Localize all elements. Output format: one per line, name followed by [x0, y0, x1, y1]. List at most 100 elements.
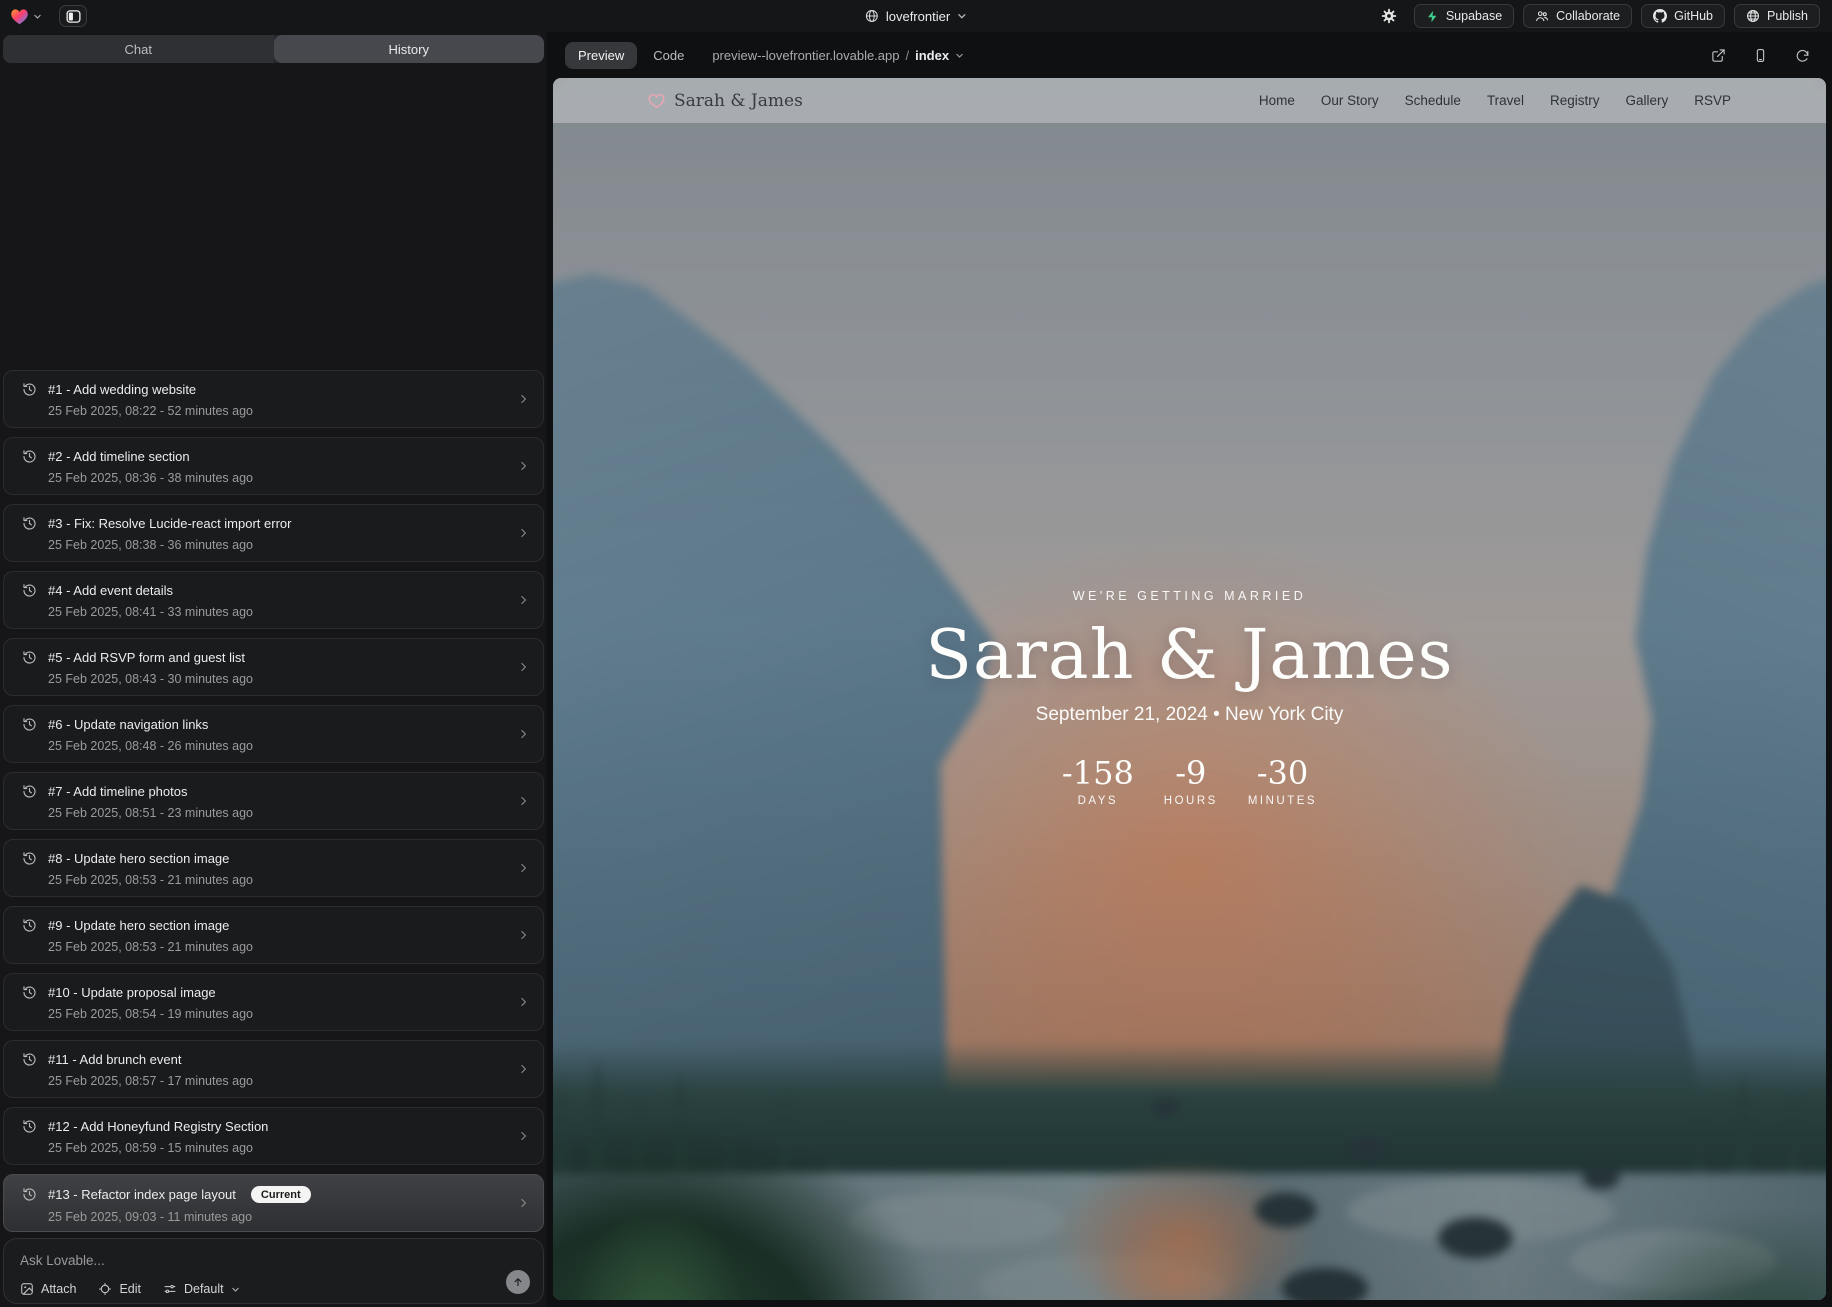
history-item-title: #5 - Add RSVP form and guest list: [48, 650, 245, 665]
chevron-down-icon: [955, 51, 964, 60]
history-item-timestamp: 25 Feb 2025, 08:59 - 15 minutes ago: [48, 1141, 503, 1155]
history-item[interactable]: #6 - Update navigation links 25 Feb 2025…: [3, 705, 544, 763]
github-button[interactable]: GitHub: [1641, 4, 1725, 28]
preview-url[interactable]: preview--lovefrontier.lovable.app / inde…: [712, 48, 964, 63]
ask-lovable-input[interactable]: [20, 1253, 426, 1268]
open-external-icon[interactable]: [1711, 48, 1726, 63]
history-item-timestamp: 25 Feb 2025, 08:51 - 23 minutes ago: [48, 806, 503, 820]
url-host: preview--lovefrontier.lovable.app: [712, 48, 899, 63]
attach-button[interactable]: Attach: [20, 1282, 76, 1296]
chevron-right-icon[interactable]: [517, 1063, 530, 1076]
collaborate-label: Collaborate: [1556, 9, 1620, 23]
countdown-days-value: -158: [1062, 757, 1134, 789]
chevron-down-icon: [231, 1285, 240, 1294]
chevron-right-icon[interactable]: [517, 527, 530, 540]
history-item[interactable]: #9 - Update hero section image 25 Feb 20…: [3, 906, 544, 964]
history-restore-icon: [22, 1119, 37, 1134]
history-item-title: #9 - Update hero section image: [48, 918, 229, 933]
attach-label: Attach: [41, 1282, 76, 1296]
history-restore-icon: [22, 382, 37, 397]
chat-history-panel: Chat History #1 - Add wedding website 25…: [0, 32, 547, 1307]
history-item[interactable]: #13 - Refactor index page layout Current…: [3, 1174, 544, 1232]
countdown: -158 DAYS -9 HOURS -30 MINUTES: [1062, 757, 1317, 807]
history-item[interactable]: #3 - Fix: Resolve Lucide-react import er…: [3, 504, 544, 562]
publish-label: Publish: [1767, 9, 1808, 23]
edit-label: Edit: [119, 1282, 141, 1296]
panel-left-icon: [66, 9, 81, 24]
hero-title: Sarah & James: [925, 620, 1453, 691]
history-item-title: #1 - Add wedding website: [48, 382, 196, 397]
history-item[interactable]: #5 - Add RSVP form and guest list 25 Feb…: [3, 638, 544, 696]
collaborate-button[interactable]: Collaborate: [1523, 4, 1632, 28]
history-item-timestamp: 25 Feb 2025, 08:53 - 21 minutes ago: [48, 940, 503, 954]
chevron-right-icon[interactable]: [517, 661, 530, 674]
chevron-right-icon[interactable]: [517, 1197, 530, 1210]
history-item-timestamp: 25 Feb 2025, 09:03 - 11 minutes ago: [48, 1210, 503, 1224]
history-item-timestamp: 25 Feb 2025, 08:53 - 21 minutes ago: [48, 873, 503, 887]
history-restore-icon: [22, 1187, 37, 1202]
history-item-title: #13 - Refactor index page layout: [48, 1187, 236, 1202]
mode-selector[interactable]: Default: [163, 1282, 240, 1296]
history-item[interactable]: #4 - Add event details 25 Feb 2025, 08:4…: [3, 571, 544, 629]
history-item-timestamp: 25 Feb 2025, 08:48 - 26 minutes ago: [48, 739, 503, 753]
publish-button[interactable]: Publish: [1734, 4, 1820, 28]
project-switcher[interactable]: lovefrontier: [865, 0, 967, 32]
history-item[interactable]: #8 - Update hero section image 25 Feb 20…: [3, 839, 544, 897]
supabase-icon: [1426, 10, 1439, 23]
chevron-right-icon[interactable]: [517, 594, 530, 607]
chevron-right-icon[interactable]: [517, 728, 530, 741]
github-label: GitHub: [1674, 9, 1713, 23]
countdown-minutes: -30 MINUTES: [1248, 757, 1317, 807]
settings-button[interactable]: [1377, 4, 1401, 28]
tab-chat[interactable]: Chat: [3, 35, 274, 63]
lovable-logo-menu[interactable]: [10, 8, 42, 25]
history-item-title: #11 - Add brunch event: [48, 1052, 181, 1067]
github-icon: [1653, 9, 1667, 23]
preview-toolbar: Preview Code preview--lovefrontier.lovab…: [547, 32, 1832, 78]
history-restore-icon: [22, 985, 37, 1000]
countdown-minutes-label: MINUTES: [1248, 795, 1317, 807]
history-item-title: #8 - Update hero section image: [48, 851, 229, 866]
site-preview-frame: Sarah & James Home Our Story Schedule Tr…: [553, 78, 1826, 1300]
history-restore-icon: [22, 784, 37, 799]
history-item[interactable]: #7 - Add timeline photos 25 Feb 2025, 08…: [3, 772, 544, 830]
chevron-right-icon[interactable]: [517, 1130, 530, 1143]
supabase-label: Supabase: [1446, 9, 1502, 23]
countdown-days-label: DAYS: [1078, 795, 1118, 807]
tab-code[interactable]: Code: [653, 48, 684, 63]
history-item[interactable]: #1 - Add wedding website 25 Feb 2025, 08…: [3, 370, 544, 428]
countdown-days: -158 DAYS: [1062, 757, 1134, 807]
publish-globe-icon: [1746, 9, 1760, 23]
chevron-right-icon[interactable]: [517, 795, 530, 808]
chevron-down-icon: [957, 11, 967, 21]
history-item-title: #7 - Add timeline photos: [48, 784, 187, 799]
send-button[interactable]: [506, 1270, 530, 1294]
history-restore-icon: [22, 583, 37, 598]
history-item-title: #2 - Add timeline section: [48, 449, 190, 464]
edit-button[interactable]: Edit: [98, 1282, 141, 1296]
history-item-title: #12 - Add Honeyfund Registry Section: [48, 1119, 268, 1134]
history-item[interactable]: #10 - Update proposal image 25 Feb 2025,…: [3, 973, 544, 1031]
chevron-right-icon[interactable]: [517, 862, 530, 875]
history-item[interactable]: #2 - Add timeline section 25 Feb 2025, 0…: [3, 437, 544, 495]
crosshair-icon: [98, 1282, 112, 1296]
chevron-down-icon: [33, 12, 42, 21]
chevron-right-icon[interactable]: [517, 393, 530, 406]
tab-preview[interactable]: Preview: [565, 42, 637, 69]
chevron-right-icon[interactable]: [517, 929, 530, 942]
chevron-right-icon[interactable]: [517, 996, 530, 1009]
history-item-timestamp: 25 Feb 2025, 08:41 - 33 minutes ago: [48, 605, 503, 619]
history-item[interactable]: #11 - Add brunch event 25 Feb 2025, 08:5…: [3, 1040, 544, 1098]
prompt-composer: Attach Edit Default: [3, 1238, 544, 1304]
history-restore-icon: [22, 717, 37, 732]
tab-history[interactable]: History: [274, 35, 545, 63]
mobile-view-icon[interactable]: [1753, 48, 1768, 63]
refresh-icon[interactable]: [1795, 48, 1810, 63]
preview-panel: Preview Code preview--lovefrontier.lovab…: [547, 32, 1832, 1307]
history-item-title: #3 - Fix: Resolve Lucide-react import er…: [48, 516, 291, 531]
sidebar-toggle-button[interactable]: [59, 5, 87, 27]
history-item-title: #10 - Update proposal image: [48, 985, 216, 1000]
supabase-button[interactable]: Supabase: [1414, 4, 1514, 28]
chevron-right-icon[interactable]: [517, 460, 530, 473]
history-item[interactable]: #12 - Add Honeyfund Registry Section 25 …: [3, 1107, 544, 1165]
